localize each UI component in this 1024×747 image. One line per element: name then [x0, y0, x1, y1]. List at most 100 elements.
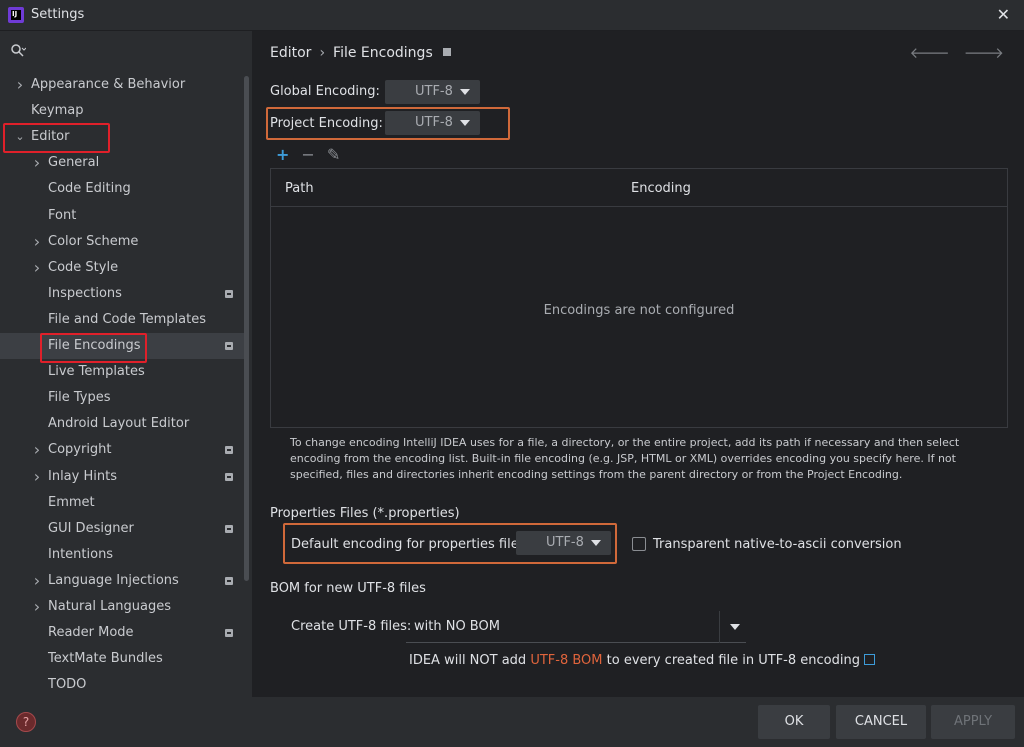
bom-note-highlight[interactable]: UTF-8 BOM: [530, 653, 602, 668]
sidebar-item-label: Language Injections: [48, 572, 179, 588]
sidebar-item-textmate-bundles[interactable]: TextMate Bundles: [0, 646, 244, 672]
sidebar-item-file-types[interactable]: File Types: [0, 385, 244, 411]
chevron-right-icon[interactable]: ›: [31, 255, 43, 281]
sidebar-item-label: TextMate Bundles: [48, 651, 163, 667]
chevron-down-icon: [460, 89, 470, 95]
sidebar-item-file-encodings[interactable]: File Encodings: [0, 333, 244, 359]
combo-divider: [719, 611, 720, 643]
sidebar-item-emmet[interactable]: Emmet: [0, 490, 244, 516]
add-icon[interactable]: +: [276, 145, 289, 164]
sidebar-item-language-injections[interactable]: › Language Injections: [0, 568, 244, 594]
sidebar-item-label: Natural Languages: [48, 599, 172, 614]
window-title: Settings: [31, 7, 85, 22]
project-scope-icon: [225, 342, 233, 350]
sidebar-item-label: Intentions: [48, 546, 114, 562]
chevron-right-icon[interactable]: ›: [31, 229, 43, 255]
search-row: [0, 31, 252, 69]
encoding-help-text: To change encoding IntelliJ IDEA uses fo…: [290, 436, 960, 481]
chevron-right-icon[interactable]: ›: [31, 568, 43, 594]
sidebar-item-label: Inspections: [48, 285, 122, 301]
column-header-encoding[interactable]: Encoding: [631, 181, 691, 196]
search-input[interactable]: [28, 39, 238, 61]
settings-sidebar: › Appearance & Behavior Keymap ⌄ Editor › Gene…: [0, 31, 252, 697]
settings-content: Editor › File Encodings 🡐 🡒 Global Encoding…: [252, 31, 1024, 697]
title-bar: IJ Settings ✕: [0, 0, 1024, 31]
global-encoding-label: Global Encoding:: [270, 84, 380, 99]
default-properties-encoding-select[interactable]: UTF-8: [516, 531, 611, 555]
edit-icon[interactable]: ✎: [327, 145, 340, 164]
sidebar-item-color-scheme[interactable]: › Color Scheme: [0, 229, 244, 255]
ok-button[interactable]: OK: [758, 705, 830, 739]
bom-note: IDEA will NOT add UTF-8 BOM to every cre…: [409, 653, 875, 668]
sidebar-item-general[interactable]: › General: [0, 150, 244, 176]
sidebar-item-label: File Encodings: [48, 338, 141, 353]
sidebar-item-intentions[interactable]: Intentions: [0, 542, 244, 568]
external-link-icon[interactable]: [863, 654, 875, 665]
bom-section-title: BOM for new UTF-8 files: [270, 581, 426, 596]
chevron-right-icon[interactable]: ›: [31, 464, 43, 490]
sidebar-item-inlay-hints[interactable]: › Inlay Hints: [0, 464, 244, 490]
encodings-toolbar: + − ✎: [276, 145, 352, 164]
project-scope-icon: [225, 446, 233, 455]
search-icon: [11, 44, 26, 57]
chevron-right-icon[interactable]: ›: [31, 594, 43, 620]
project-scope-icon: [225, 289, 233, 298]
breadcrumb-current: File Encodings: [333, 45, 433, 61]
encodings-table: Path Encoding Encodings are not configur…: [270, 168, 1008, 428]
project-encoding-select[interactable]: UTF-8: [385, 111, 480, 135]
chevron-down-icon: [730, 624, 740, 630]
chevron-right-icon[interactable]: ›: [31, 437, 43, 463]
sidebar-item-file-and-code-templates[interactable]: File and Code Templates: [0, 307, 244, 333]
sidebar-item-label: Reader Mode: [48, 625, 134, 641]
breadcrumb-parent[interactable]: Editor: [270, 45, 311, 61]
cancel-button[interactable]: CANCEL: [836, 705, 926, 739]
sidebar-item-code-style[interactable]: › Code Style: [0, 255, 244, 281]
breadcrumb: Editor › File Encodings: [270, 45, 451, 61]
create-utf8-label: Create UTF-8 files:: [291, 619, 412, 634]
properties-section-title: Properties Files (*.properties): [270, 506, 460, 521]
create-utf8-select[interactable]: with NO BOM: [406, 611, 746, 643]
sidebar-item-android-layout-editor[interactable]: Android Layout Editor: [0, 411, 244, 437]
sidebar-item-appearance-behavior[interactable]: › Appearance & Behavior: [0, 72, 244, 98]
sidebar-item-code-editing[interactable]: Code Editing: [0, 176, 244, 202]
project-scope-icon: [225, 576, 233, 585]
sidebar-item-label: GUI Designer: [48, 520, 134, 536]
help-icon[interactable]: ?: [16, 712, 36, 732]
sidebar-scrollbar[interactable]: [244, 76, 249, 581]
transparent-conversion-checkbox[interactable]: [632, 537, 646, 551]
sidebar-item-label: Copyright: [48, 442, 112, 458]
dialog-footer: ? OK CANCEL APPLY: [0, 697, 1024, 747]
sidebar-item-label: Code Editing: [48, 181, 131, 197]
sidebar-item-natural-languages[interactable]: › Natural Languages: [0, 594, 244, 620]
chevron-right-icon[interactable]: ›: [14, 72, 26, 98]
sidebar-item-label: Color Scheme: [48, 233, 139, 249]
sidebar-item-keymap[interactable]: Keymap: [0, 98, 244, 124]
table-empty-text: Encodings are not configured: [543, 303, 735, 318]
sidebar-item-live-templates[interactable]: Live Templates: [0, 359, 244, 385]
column-header-path[interactable]: Path: [285, 181, 314, 196]
sidebar-item-reader-mode[interactable]: Reader Mode: [0, 620, 244, 646]
arrow-right-icon[interactable]: 🡒: [964, 44, 1004, 62]
project-scope-icon: [225, 629, 233, 638]
sidebar-item-label: TODO: [48, 677, 87, 693]
transparent-conversion-label[interactable]: Transparent native-to-ascii conversion: [653, 537, 902, 552]
sidebar-item-label: Android Layout Editor: [48, 416, 190, 432]
arrow-left-icon[interactable]: 🡐: [910, 44, 950, 62]
chevron-right-icon[interactable]: ›: [31, 150, 43, 176]
sidebar-item-todo[interactable]: TODO: [0, 672, 244, 697]
sidebar-item-inspections[interactable]: Inspections: [0, 281, 244, 307]
close-icon[interactable]: ✕: [997, 5, 1010, 24]
global-encoding-select[interactable]: UTF-8: [385, 80, 480, 104]
project-encoding-label: Project Encoding:: [270, 116, 383, 131]
sidebar-item-gui-designer[interactable]: GUI Designer: [0, 516, 244, 542]
sidebar-item-label: Editor: [31, 129, 70, 145]
apply-button[interactable]: APPLY: [931, 705, 1015, 739]
sidebar-item-label: Font: [48, 207, 77, 223]
sidebar-item-font[interactable]: Font: [0, 203, 244, 229]
chevron-down-icon[interactable]: ⌄: [14, 124, 26, 150]
remove-icon[interactable]: −: [301, 145, 314, 164]
sidebar-item-copyright[interactable]: › Copyright: [0, 437, 244, 463]
chevron-down-icon: [460, 120, 470, 126]
sidebar-item-editor[interactable]: ⌄ Editor: [0, 124, 244, 150]
sidebar-item-label: Live Templates: [48, 364, 145, 380]
